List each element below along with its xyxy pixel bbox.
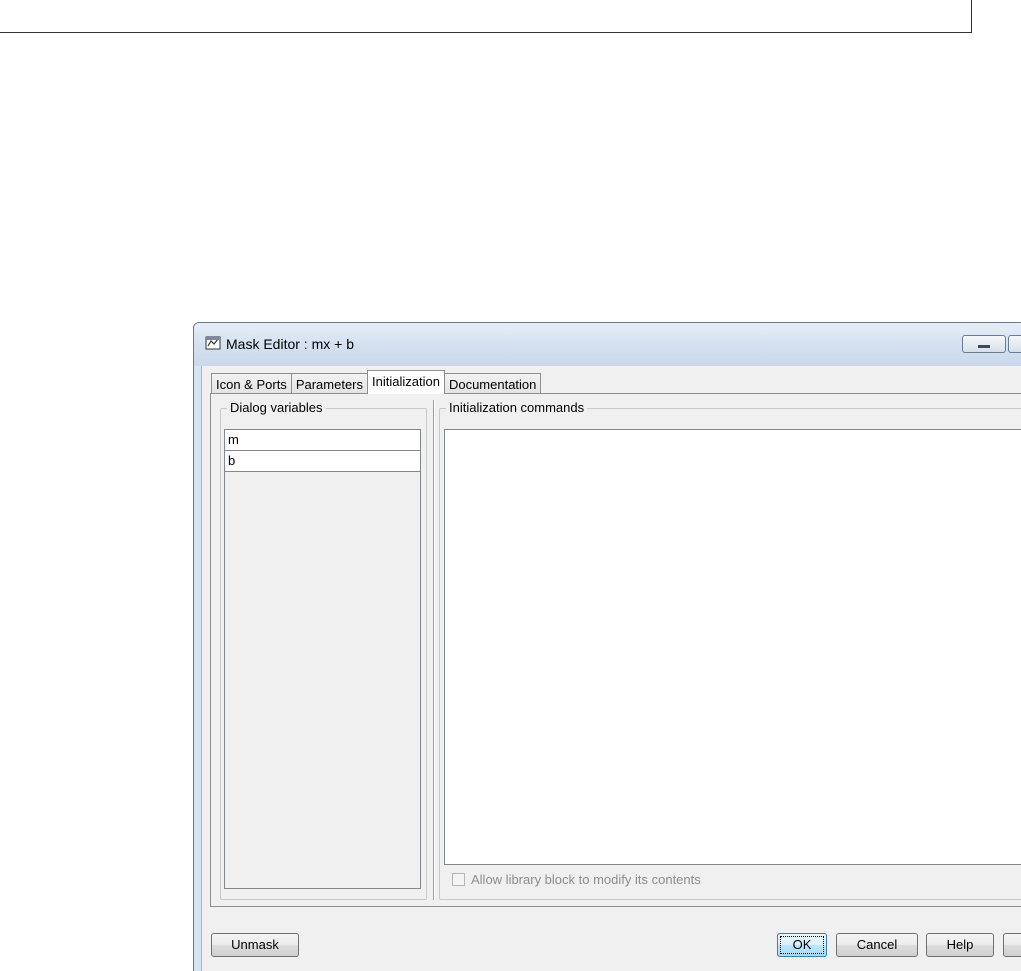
maximize-button[interactable]: [1008, 335, 1021, 353]
minimize-button[interactable]: [962, 335, 1006, 353]
ok-button-label: OK: [780, 936, 824, 954]
title-bar[interactable]: Mask Editor : mx + b: [194, 323, 1021, 366]
initialization-commands-title: Initialization commands: [446, 400, 588, 415]
tab-initialization[interactable]: Initialization: [367, 370, 445, 394]
initialization-commands-editor[interactable]: [444, 429, 1021, 865]
initialization-commands-group: Initialization commands Allow library bl…: [439, 400, 1021, 900]
window-title: Mask Editor : mx + b: [226, 336, 354, 352]
allow-modify-checkbox[interactable]: [452, 873, 465, 886]
window-controls: [962, 335, 1021, 353]
tab-parameters[interactable]: Parameters: [290, 373, 369, 394]
tab-strip: Icon & Ports Parameters Initialization D…: [211, 370, 542, 394]
unmask-button[interactable]: Unmask: [211, 933, 299, 957]
ok-button[interactable]: OK: [777, 933, 827, 957]
help-button[interactable]: Help: [926, 933, 994, 957]
list-item-b[interactable]: b: [225, 451, 420, 472]
allow-modify-label: Allow library block to modify its conten…: [471, 872, 701, 887]
dialog-client-area: Icon & Ports Parameters Initialization D…: [201, 366, 1021, 971]
allow-modify-row: Allow library block to modify its conten…: [452, 872, 701, 887]
panel-splitter[interactable]: [433, 400, 435, 900]
dialog-variables-group: Dialog variables m b: [220, 400, 427, 900]
apply-button[interactable]: [1003, 933, 1021, 957]
document-header-rule: [0, 0, 972, 33]
page: Mask Editor : mx + b Icon & Ports Parame…: [0, 0, 1021, 971]
mask-editor-window: Mask Editor : mx + b Icon & Ports Parame…: [193, 322, 1021, 971]
tab-documentation[interactable]: Documentation: [443, 373, 542, 394]
simulink-block-icon: [205, 336, 221, 350]
dialog-variables-list[interactable]: m b: [224, 429, 421, 889]
dialog-variables-title: Dialog variables: [227, 400, 326, 415]
minimize-icon: [978, 345, 990, 348]
tab-icon-ports[interactable]: Icon & Ports: [211, 373, 292, 394]
initialization-pane: Dialog variables m b Initialization comm…: [210, 393, 1021, 907]
cancel-button[interactable]: Cancel: [836, 933, 918, 957]
list-item-m[interactable]: m: [225, 430, 420, 451]
